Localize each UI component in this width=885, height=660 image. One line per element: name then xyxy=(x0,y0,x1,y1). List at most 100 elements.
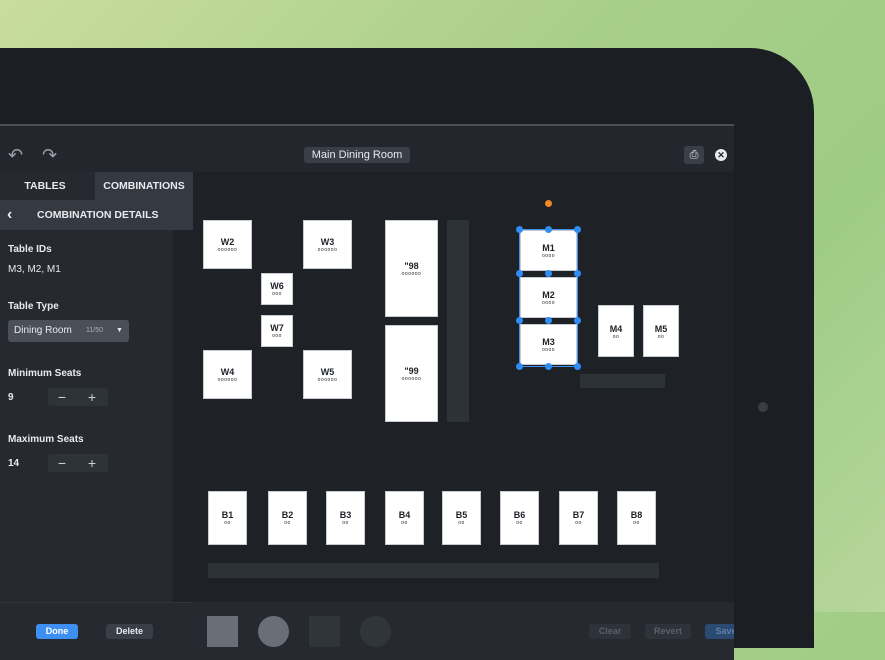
resize-handle[interactable] xyxy=(545,226,552,233)
clear-button[interactable]: Clear xyxy=(589,624,631,639)
max-seats-increment-button[interactable]: + xyxy=(78,454,106,472)
seat-indicators: oo xyxy=(516,520,523,526)
table-ids-label: Table IDs xyxy=(8,244,52,255)
resize-handle[interactable] xyxy=(574,226,581,233)
min-seats-stepper: − + xyxy=(48,388,108,406)
add-round-table-icon[interactable] xyxy=(258,616,289,647)
table-b1[interactable]: B1 oo xyxy=(208,491,247,545)
table-id: W5 xyxy=(320,367,335,377)
table-b8[interactable]: B8 oo xyxy=(617,491,656,545)
resize-handle[interactable] xyxy=(545,317,552,324)
resize-handle[interactable] xyxy=(516,270,523,277)
close-icon[interactable]: ✕ xyxy=(715,149,727,161)
rotate-handle[interactable] xyxy=(545,200,552,207)
resize-handle[interactable] xyxy=(545,363,552,370)
min-seats-increment-button[interactable]: + xyxy=(78,388,106,406)
table-w6[interactable]: W6 ooo xyxy=(261,273,293,305)
table-b6[interactable]: B6 oo xyxy=(500,491,539,545)
redo-icon[interactable]: ↷ xyxy=(42,146,57,164)
table-id: W4 xyxy=(220,367,235,377)
resize-handle[interactable] xyxy=(516,317,523,324)
room-selector[interactable]: Main Dining Room xyxy=(304,147,410,163)
table-b7[interactable]: B7 oo xyxy=(559,491,598,545)
bottom-toolbar: Clear Revert Save xyxy=(193,602,734,660)
resize-handle[interactable] xyxy=(545,270,552,277)
resize-handle[interactable] xyxy=(574,270,581,277)
table-id: "98 xyxy=(404,261,419,271)
tab-combinations[interactable]: COMBINATIONS xyxy=(95,172,193,200)
table-type-label: Table Type xyxy=(8,301,59,312)
table-w2[interactable]: W2 oooooo xyxy=(203,220,252,269)
min-seats-value: 9 xyxy=(8,392,14,403)
delete-button[interactable]: Delete xyxy=(106,624,153,639)
table-id: B2 xyxy=(281,510,294,520)
undo-icon[interactable]: ↶ xyxy=(8,146,23,164)
app-screen: ↶ ↷ Main Dining Room ⎙ ✕ TABLES COMBINAT… xyxy=(0,126,734,660)
table-type-value: Dining Room xyxy=(14,325,72,336)
save-button[interactable]: Save xyxy=(705,624,734,639)
seat-indicators: oo xyxy=(612,334,620,340)
sidebar-footer: Done Delete xyxy=(0,602,193,660)
table-b2[interactable]: B2 oo xyxy=(268,491,307,545)
table-id: B5 xyxy=(455,510,468,520)
table-id: B8 xyxy=(630,510,643,520)
sidebar: TABLES COMBINATIONS ‹ COMBINATION DETAIL… xyxy=(0,172,193,660)
table-b5[interactable]: B5 oo xyxy=(442,491,481,545)
table-type-select[interactable]: Dining Room 11/50 ▼ xyxy=(8,320,129,342)
seat-indicators: ooo xyxy=(272,291,282,297)
min-seats-decrement-button[interactable]: − xyxy=(48,388,76,406)
table-w5[interactable]: W5 oooooo xyxy=(303,350,352,399)
bar-counter xyxy=(447,220,469,422)
table-id: B7 xyxy=(572,510,585,520)
resize-handle[interactable] xyxy=(574,317,581,324)
seat-indicators: oo xyxy=(284,520,291,526)
max-seats-value: 14 xyxy=(8,458,20,469)
table-id: M5 xyxy=(654,324,668,334)
table-id: W3 xyxy=(320,237,335,247)
resize-handle[interactable] xyxy=(516,363,523,370)
revert-button[interactable]: Revert xyxy=(645,624,691,639)
combination-selection-box[interactable] xyxy=(519,229,578,367)
resize-handle[interactable] xyxy=(574,363,581,370)
table-type-count: 11/50 xyxy=(86,327,103,334)
max-seats-decrement-button[interactable]: − xyxy=(48,454,76,472)
seat-indicators: oo xyxy=(657,334,665,340)
seat-indicators: oo xyxy=(401,520,408,526)
seat-indicators: oooooo xyxy=(317,377,338,383)
printer-icon[interactable]: ⎙ xyxy=(684,146,704,164)
seat-indicators: ooo xyxy=(272,333,282,339)
tab-tables[interactable]: TABLES xyxy=(0,172,90,200)
back-chevron-icon[interactable]: ‹ xyxy=(7,200,12,230)
table-b4[interactable]: B4 oo xyxy=(385,491,424,545)
table-b3[interactable]: B3 oo xyxy=(326,491,365,545)
seat-indicators: oo xyxy=(458,520,465,526)
table-99[interactable]: "99 oooooo xyxy=(385,325,438,422)
done-button[interactable]: Done xyxy=(36,624,78,639)
table-m5[interactable]: M5 oo xyxy=(643,305,679,357)
seat-indicators: oooooo xyxy=(217,247,238,253)
add-square-block-icon[interactable] xyxy=(309,616,340,647)
seat-indicators: oooooo xyxy=(401,376,422,382)
table-id: B4 xyxy=(398,510,411,520)
table-m4[interactable]: M4 oo xyxy=(598,305,634,357)
tablet-camera xyxy=(758,402,768,412)
resize-handle[interactable] xyxy=(516,226,523,233)
add-square-table-icon[interactable] xyxy=(207,616,238,647)
tablet-frame: ↶ ↷ Main Dining Room ⎙ ✕ TABLES COMBINAT… xyxy=(0,48,814,660)
table-w4[interactable]: W4 oooooo xyxy=(203,350,252,399)
seat-indicators: oooooo xyxy=(401,271,422,277)
table-w3[interactable]: W3 oooooo xyxy=(303,220,352,269)
table-id: W2 xyxy=(220,237,235,247)
table-id: "99 xyxy=(404,366,419,376)
seat-indicators: oooooo xyxy=(217,377,238,383)
seat-indicators: oo xyxy=(633,520,640,526)
table-id: B6 xyxy=(513,510,526,520)
table-w7[interactable]: W7 ooo xyxy=(261,315,293,347)
section-title: COMBINATION DETAILS xyxy=(37,209,159,221)
floor-plan-canvas[interactable]: W2 oooooo W3 oooooo W6 ooo W7 ooo W4 ooo… xyxy=(193,172,734,602)
top-toolbar: ↶ ↷ Main Dining Room ⎙ ✕ xyxy=(0,126,734,172)
max-seats-stepper: − + xyxy=(48,454,108,472)
table-ids-value: M3, M2, M1 xyxy=(8,264,61,275)
table-98[interactable]: "98 oooooo xyxy=(385,220,438,317)
add-round-block-icon[interactable] xyxy=(360,616,391,647)
